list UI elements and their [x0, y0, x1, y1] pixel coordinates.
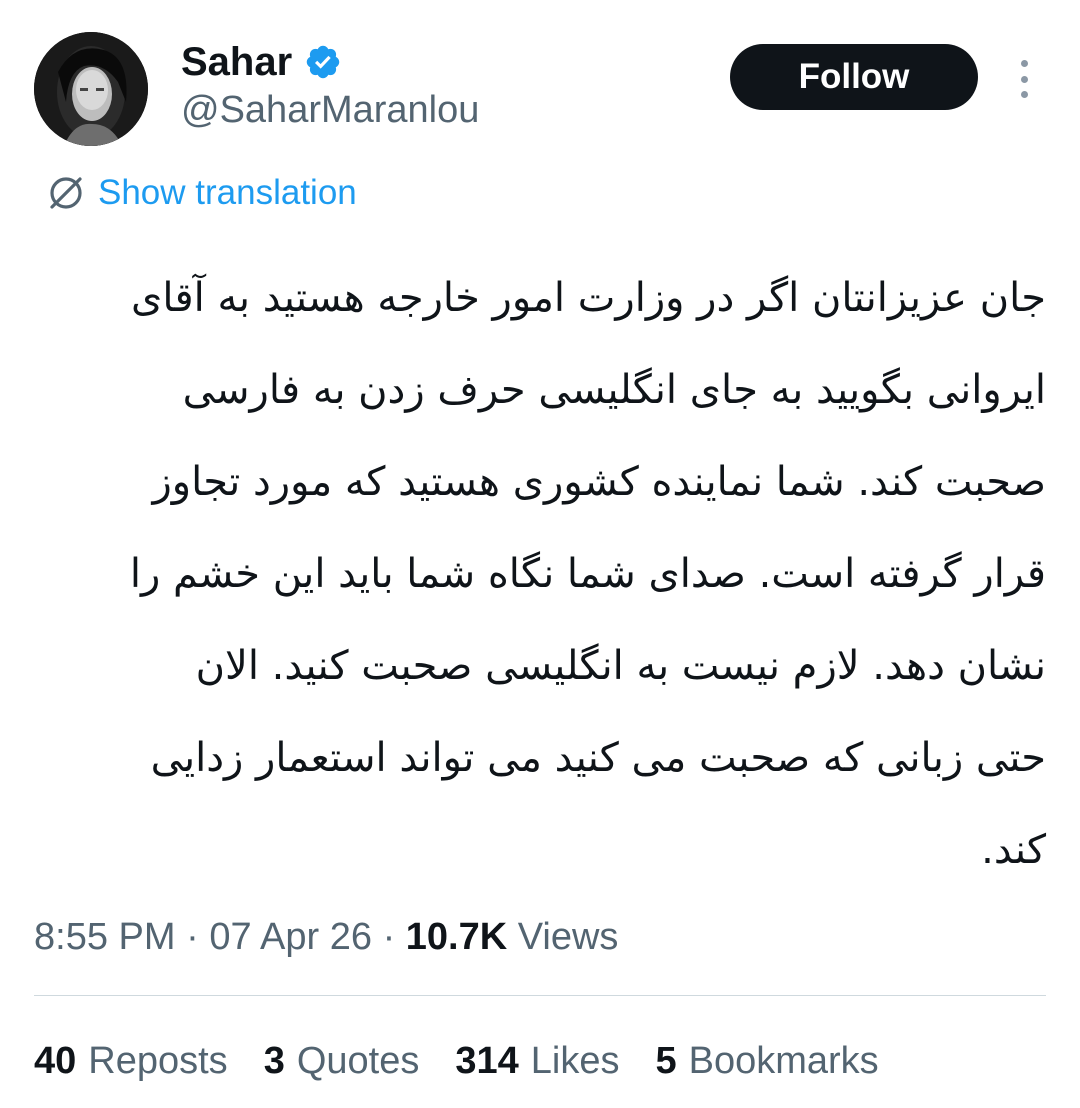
views-label: Views	[517, 916, 619, 958]
quotes-stat[interactable]: 3 Quotes	[264, 1036, 420, 1086]
reposts-stat[interactable]: 40 Reposts	[34, 1036, 228, 1086]
avatar[interactable]	[34, 32, 148, 146]
tweet-line: کند.	[981, 827, 1046, 873]
follow-button[interactable]: Follow	[730, 44, 978, 110]
show-translation-label: Show translation	[98, 173, 357, 212]
display-name[interactable]: Sahar	[181, 38, 292, 86]
more-dot	[1020, 60, 1028, 67]
quotes-count: 3	[263, 1040, 285, 1082]
engagement-stats: 40 Reposts 3 Quotes 314 Likes 5 Bookmarks	[34, 1036, 915, 1086]
show-translation-link[interactable]: Show translation	[46, 170, 357, 216]
tweet-meta: 8:55 PM · 07 Apr 26 · 10.7K Views	[34, 912, 618, 962]
tweet-line: صحبت کند. شما نماینده کشوری هستید که مور…	[152, 459, 1046, 505]
tweet-text: جان عزیزانتان اگر در وزارت امور خارجه هس…	[40, 252, 1046, 896]
meta-separator: ·	[186, 916, 199, 958]
tweet-time[interactable]: 8:55 PM	[34, 916, 176, 958]
meta-separator: ·	[382, 916, 396, 958]
tweet-line: نشان دهد. لازم نیست به انگلیسی صحبت کنید…	[195, 643, 1046, 689]
quotes-label: Quotes	[296, 1040, 420, 1082]
tweet-date[interactable]: 07 Apr 26	[209, 916, 372, 958]
tweet-line: قرار گرفته است. صدای شما نگاه شما باید ا…	[129, 551, 1046, 597]
bookmarks-label: Bookmarks	[688, 1040, 879, 1082]
divider	[34, 995, 1046, 996]
likes-count: 314	[455, 1040, 519, 1082]
reposts-label: Reposts	[88, 1040, 228, 1082]
more-options-icon[interactable]	[1006, 56, 1042, 102]
tweet-line: جان عزیزانتان اگر در وزارت امور خارجه هس…	[131, 275, 1046, 321]
views-count: 10.7K	[405, 916, 508, 958]
translate-icon	[46, 173, 86, 213]
verified-badge-icon	[304, 43, 342, 81]
more-dot	[1020, 75, 1028, 83]
avatar-image	[34, 32, 148, 146]
tweet-line: حتی زبانی که صحبت می کنید می تواند استعم…	[150, 735, 1046, 781]
bookmarks-stat[interactable]: 5 Bookmarks	[655, 1036, 878, 1086]
reposts-count: 40	[34, 1040, 77, 1082]
likes-label: Likes	[530, 1040, 620, 1082]
tweet-line: ایروانی بگویید به جای انگلیسی حرف زدن به…	[182, 367, 1046, 413]
bookmarks-count: 5	[655, 1040, 677, 1082]
author-handle[interactable]: @SaharMaranlou	[181, 86, 479, 134]
author-name-row: Sahar	[181, 38, 342, 86]
likes-stat[interactable]: 314 Likes	[455, 1036, 619, 1086]
more-dot	[1020, 91, 1028, 98]
